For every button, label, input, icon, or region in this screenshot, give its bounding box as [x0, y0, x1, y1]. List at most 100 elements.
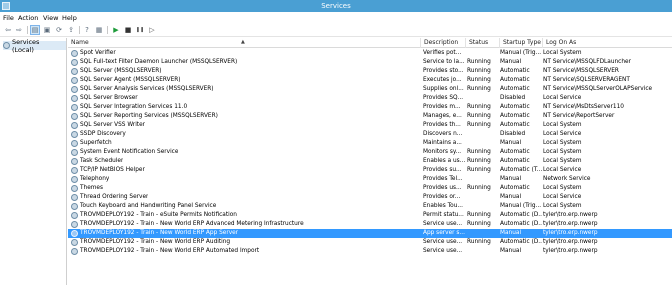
service-name: System Event Notification Service: [80, 149, 179, 155]
service-description: Enables Tou...: [423, 203, 463, 209]
back-arrow-icon[interactable]: ⇦: [3, 25, 13, 35]
table-row[interactable]: Telephony Provides Tel... Manual Network Se…: [68, 175, 672, 184]
console-tree-icon[interactable]: ▤: [30, 25, 40, 35]
service-name-cell: Telephony: [71, 175, 416, 184]
service-status: [467, 49, 500, 58]
list-header: Name ▲ Description Status Startup Type L…: [68, 38, 672, 48]
service-gear-icon: [71, 86, 78, 93]
service-status: Running: [467, 68, 491, 74]
service-log-on-as: tyler\tro.erp.nwerp: [543, 221, 598, 227]
service-log-on-as: Local Service: [543, 167, 582, 173]
table-row[interactable]: SQL Server Agent (MSSQLSERVER) Executes j…: [68, 76, 672, 85]
stop-icon[interactable]: ■: [123, 25, 133, 35]
service-name-cell: Superfetch: [71, 139, 416, 148]
service-description: Provides SQ...: [423, 95, 464, 101]
help-icon[interactable]: ?: [82, 25, 92, 35]
service-name-cell: Task Scheduler: [71, 157, 416, 166]
table-row[interactable]: SQL Server VSS Writer Provides th... Runni…: [68, 121, 672, 130]
table-row[interactable]: TCP/IP NetBIOS Helper Provides su... Runni…: [68, 166, 672, 175]
table-row[interactable]: Touch Keyboard and Handwriting Panel Ser…: [68, 202, 672, 211]
table-row[interactable]: SQL Server Browser Provides SQ... Disabled…: [68, 94, 672, 103]
service-status: Running: [467, 167, 491, 173]
services-list: Name ▲ Description Status Startup Type L…: [68, 38, 672, 285]
service-log-on-as: Local System: [543, 158, 582, 164]
service-log-on-as: Local System: [543, 50, 582, 56]
service-name: Task Scheduler: [80, 158, 124, 164]
export-list-icon[interactable]: ⇪: [66, 25, 76, 35]
table-row[interactable]: TROVMDEPLOY192 - Train - New World ERP A…: [68, 247, 672, 256]
refresh-icon[interactable]: ⟳: [54, 25, 64, 35]
column-header-log-on-as[interactable]: Log On As: [543, 38, 672, 48]
table-row[interactable]: Superfetch Maintains a... Manual Local Syst…: [68, 139, 672, 148]
service-log-on-as: Local System: [543, 185, 582, 191]
table-row[interactable]: Task Scheduler Enables a us... Running Auto…: [68, 157, 672, 166]
forward-arrow-icon[interactable]: ⇨: [14, 25, 24, 35]
service-startup-type: Automatic (D...: [500, 212, 542, 218]
service-name-cell: Thread Ordering Server: [71, 193, 416, 202]
service-description: Manages, e...: [423, 113, 462, 119]
service-name-cell: TROVMDEPLOY192 - Train - New World ERP A…: [71, 238, 416, 247]
service-gear-icon: [71, 131, 78, 138]
service-description: Provides or...: [423, 194, 461, 200]
table-row[interactable]: TROVMDEPLOY192 - Train - New World ERP A…: [68, 229, 672, 238]
table-row[interactable]: Thread Ordering Server Provides or... Manu…: [68, 193, 672, 202]
service-startup-type: Manual (Trig...: [500, 203, 542, 209]
service-name: Thread Ordering Server: [80, 194, 149, 200]
table-row[interactable]: System Event Notification Service Monitor…: [68, 148, 672, 157]
service-description: Provides th...: [423, 122, 461, 128]
table-row[interactable]: SQL Server Analysis Services (MSSQLSERVE…: [68, 85, 672, 94]
column-header-startup-type[interactable]: Startup Type: [500, 38, 543, 48]
service-name-cell: TROVMDEPLOY192 - Train - New World ERP A…: [71, 247, 416, 256]
table-row[interactable]: TROVMDEPLOY192 - Train - New World ERP A…: [68, 238, 672, 247]
service-log-on-as: Local Service: [543, 194, 582, 200]
play-icon[interactable]: ▶: [111, 25, 121, 35]
menu-file[interactable]: File: [3, 14, 14, 22]
service-description: Enables a us...: [423, 158, 466, 164]
view-icon[interactable]: ▦: [94, 25, 104, 35]
service-name: SQL Server Integration Services 11.0: [80, 104, 188, 110]
pause-icon[interactable]: ❚❚: [135, 25, 145, 35]
table-row[interactable]: Themes Provides us... Running Automatic Loca…: [68, 184, 672, 193]
table-row[interactable]: SQL Server (MSSQLSERVER) Provides sto... R…: [68, 67, 672, 76]
column-header-status[interactable]: Status: [466, 38, 500, 48]
service-gear-icon: [71, 185, 78, 192]
service-description: Service use...: [423, 221, 463, 227]
service-name: SQL Server Reporting Services (MSSQLSERV…: [80, 113, 218, 119]
service-name: Superfetch: [80, 140, 112, 146]
service-gear-icon: [71, 149, 78, 156]
menu-help[interactable]: Help: [62, 14, 77, 22]
service-log-on-as: Network Service: [543, 176, 591, 182]
service-name-cell: SQL Server (MSSQLSERVER): [71, 67, 416, 76]
tree-item-services-local[interactable]: Services (Local): [3, 38, 66, 54]
service-status: Running: [467, 221, 491, 227]
menu-view[interactable]: View: [43, 14, 58, 22]
table-row[interactable]: TROVMDEPLOY192 - Train - eSuite Permits …: [68, 211, 672, 220]
service-name-cell: Themes: [71, 184, 416, 193]
service-gear-icon: [71, 140, 78, 147]
service-log-on-as: NT Service\SQLSERVERAGENT: [543, 77, 630, 83]
service-name: TROVMDEPLOY192 - Train - New World ERP A…: [80, 248, 260, 254]
table-row[interactable]: SQL Server Integration Services 11.0 Prov…: [68, 103, 672, 112]
table-row[interactable]: SQL Server Reporting Services (MSSQLSERV…: [68, 112, 672, 121]
service-name-cell: SQL Server Integration Services 11.0: [71, 103, 416, 112]
service-status: Running: [467, 185, 491, 191]
service-description: Permit statu...: [423, 212, 464, 218]
menu-action[interactable]: Action: [18, 14, 38, 22]
restart-icon[interactable]: ▷: [147, 25, 157, 35]
service-description: Supplies onl...: [423, 86, 464, 92]
properties-icon[interactable]: ▣: [42, 25, 52, 35]
table-row[interactable]: SQL Full-text Filter Daemon Launcher (MS…: [68, 58, 672, 67]
toolbar-separator: [27, 26, 28, 34]
service-name: SQL Full-text Filter Daemon Launcher (MS…: [80, 59, 238, 65]
service-gear-icon: [71, 167, 78, 174]
table-row[interactable]: Spot Verifier Verifies pot... Manual (Trig…: [68, 49, 672, 58]
service-description: Maintains a...: [423, 140, 462, 146]
service-startup-type: Automatic: [500, 113, 530, 119]
service-gear-icon: [71, 239, 78, 246]
service-status: Running: [467, 122, 491, 128]
table-row[interactable]: SSDP Discovery Discovers n... Disabled Loca…: [68, 130, 672, 139]
column-header-description[interactable]: Description: [421, 38, 466, 48]
table-row[interactable]: TROVMDEPLOY192 - Train - New World ERP A…: [68, 220, 672, 229]
service-status: [467, 229, 500, 238]
service-startup-type: Manual: [500, 176, 522, 182]
